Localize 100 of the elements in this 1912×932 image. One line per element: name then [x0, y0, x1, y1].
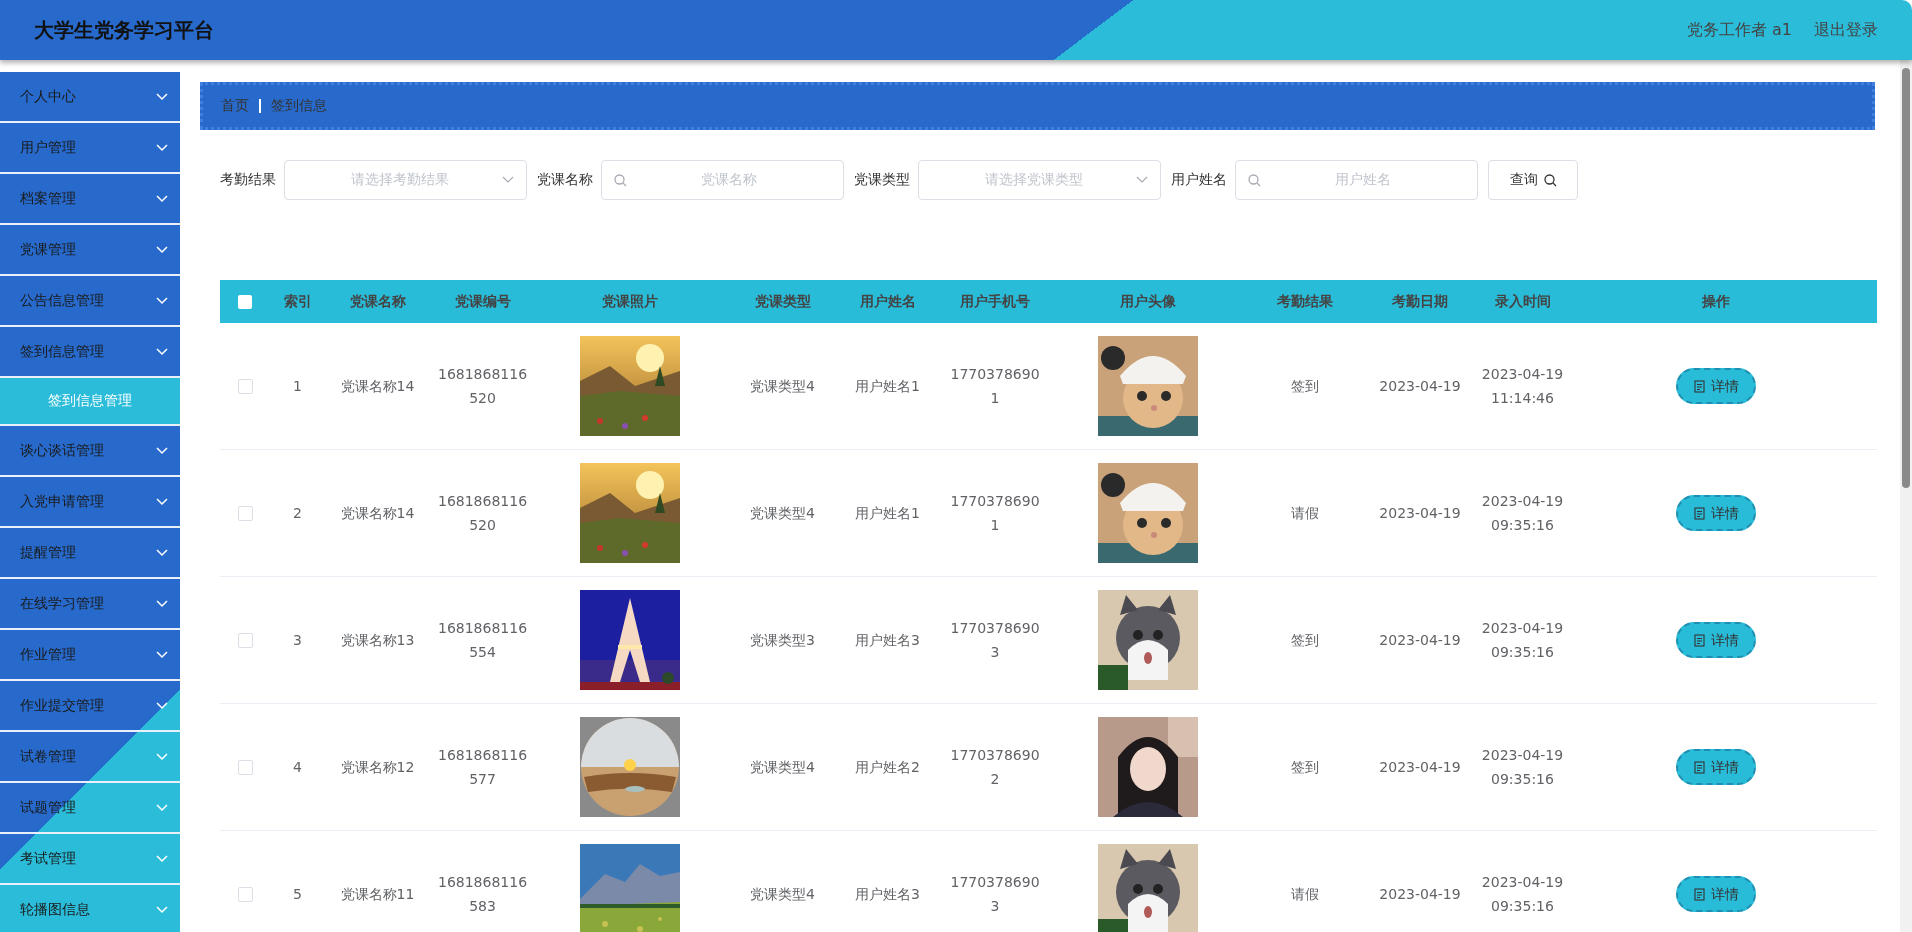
column-header: 党课照片	[601, 292, 659, 311]
table-cell-text: 党课类型4	[750, 377, 815, 396]
select-field[interactable]: 请选择考勤结果	[284, 160, 527, 200]
details-button[interactable]: 详情	[1676, 368, 1756, 404]
table-cell-text: 1681868116520	[437, 365, 528, 408]
search-icon	[1248, 173, 1261, 187]
breadcrumb-link[interactable]: 签到信息	[271, 97, 327, 115]
row-checkbox[interactable]	[237, 886, 253, 902]
table-cell-text: 签到	[1291, 758, 1319, 777]
column-header: 考勤日期	[1391, 292, 1449, 311]
sidebar-item[interactable]: 谈心谈话管理	[0, 426, 180, 477]
table-cell-text: 1	[293, 377, 302, 396]
sidebar-item[interactable]: 入党申请管理	[0, 477, 180, 528]
row-checkbox[interactable]	[237, 759, 253, 775]
sidebar-item[interactable]: 试题管理	[0, 783, 180, 834]
table-cell-text: 党课名称14	[340, 377, 415, 396]
search-icon	[614, 173, 627, 187]
table-cell-text: 签到	[1291, 631, 1319, 650]
sidebar-item[interactable]: 档案管理	[0, 174, 180, 225]
sidebar-item[interactable]: 公告信息管理	[0, 276, 180, 327]
column-header: 考勤结果	[1276, 292, 1334, 311]
table-cell-text: 党课名称12	[340, 758, 415, 777]
sidebar-item[interactable]: 考试管理	[0, 834, 180, 885]
select-all-checkbox[interactable]	[238, 294, 252, 309]
details-button[interactable]: 详情	[1676, 495, 1756, 531]
chevron-down-icon	[156, 446, 168, 455]
table-cell-text: 用户姓名3	[855, 885, 920, 904]
sidebar-item[interactable]: 个人中心	[0, 72, 180, 123]
filter-label: 党课名称	[537, 171, 593, 189]
table-cell-text: 党课名称13	[340, 631, 415, 650]
select-field[interactable]: 请选择党课类型	[918, 160, 1161, 200]
table-cell-text: 党课名称14	[340, 504, 415, 523]
table-cell-text: 17703786903	[950, 873, 1040, 916]
table-cell-text: 2023-04-19	[1379, 377, 1461, 396]
details-button[interactable]: 详情	[1676, 876, 1756, 912]
filter-label: 党课类型	[854, 171, 910, 189]
chevron-down-icon	[502, 176, 514, 184]
table-cell-text: 用户姓名1	[855, 377, 920, 396]
table-cell-text: 5	[293, 885, 302, 904]
chevron-down-icon	[156, 347, 168, 356]
table-cell-text: 1681868116554	[437, 619, 528, 662]
app-title: 大学生党务学习平台	[34, 16, 214, 44]
column-header: 用户手机号	[959, 292, 1031, 311]
logout-link[interactable]: 退出登录	[1814, 19, 1878, 41]
sidebar-subitem[interactable]: 签到信息管理	[0, 378, 180, 426]
chevron-down-icon	[156, 194, 168, 203]
scrollbar-thumb[interactable]	[1902, 68, 1910, 488]
details-button[interactable]: 详情	[1676, 622, 1756, 658]
document-icon	[1693, 379, 1705, 393]
search-field[interactable]: 用户姓名	[1235, 160, 1478, 200]
sidebar-item[interactable]: 试卷管理	[0, 732, 180, 783]
document-icon	[1693, 633, 1705, 647]
sidebar-item[interactable]: 提醒管理	[0, 528, 180, 579]
table-cell-text: 17703786903	[950, 619, 1040, 662]
chevron-down-icon	[156, 854, 168, 863]
table-cell-text: 用户姓名2	[855, 758, 920, 777]
table-cell-text: 2023-04-19 09:35:16	[1480, 492, 1565, 535]
table-cell-text: 党课类型4	[750, 885, 815, 904]
sidebar-item[interactable]: 党课管理	[0, 225, 180, 276]
user-label: 党务工作者 a1	[1686, 19, 1792, 41]
chevron-down-icon	[156, 497, 168, 506]
row-checkbox[interactable]	[237, 378, 253, 394]
chevron-down-icon	[156, 803, 168, 812]
sidebar-item[interactable]: 作业管理	[0, 630, 180, 681]
chevron-down-icon	[156, 650, 168, 659]
sidebar-item[interactable]: 用户管理	[0, 123, 180, 174]
row-checkbox[interactable]	[237, 632, 253, 648]
table-cell-text: 党课名称11	[340, 885, 415, 904]
table-cell-text: 1681868116577	[437, 746, 528, 789]
column-header: 用户姓名	[858, 292, 917, 311]
breadcrumb-link[interactable]: 首页	[221, 97, 249, 115]
row-checkbox[interactable]	[237, 505, 253, 521]
table-cell-text: 2	[293, 504, 302, 523]
table-cell-text: 17703786902	[950, 746, 1040, 789]
scrollbar-track[interactable]	[1900, 60, 1912, 932]
chevron-down-icon	[1136, 176, 1148, 184]
table-cell-text: 3	[293, 631, 302, 650]
table-cell-text: 1681868116520	[437, 492, 528, 535]
sidebar-item[interactable]: 轮播图信息	[0, 885, 180, 932]
document-icon	[1693, 887, 1705, 901]
details-button[interactable]: 详情	[1676, 749, 1756, 785]
search-icon	[1543, 173, 1557, 187]
query-button[interactable]: 查询	[1488, 160, 1578, 200]
table-cell-text: 17703786901	[950, 365, 1040, 408]
chevron-down-icon	[156, 296, 168, 305]
table-cell-text: 2023-04-19 11:14:46	[1480, 365, 1565, 408]
chevron-down-icon	[156, 701, 168, 710]
table-cell-text: 用户姓名1	[855, 504, 920, 523]
column-header: 录入时间	[1493, 292, 1552, 311]
sidebar-item[interactable]: 作业提交管理	[0, 681, 180, 732]
table-cell-text: 2023-04-19	[1379, 885, 1461, 904]
chevron-down-icon	[156, 92, 168, 101]
search-field[interactable]: 党课名称	[601, 160, 844, 200]
sidebar-item[interactable]: 在线学习管理	[0, 579, 180, 630]
table-cell-text: 2023-04-19	[1379, 631, 1461, 650]
table-cell-text: 2023-04-19 09:35:16	[1480, 619, 1565, 662]
table-cell-text: 党课类型4	[750, 504, 815, 523]
chevron-down-icon	[156, 245, 168, 254]
chevron-down-icon	[156, 548, 168, 557]
chevron-down-icon	[156, 143, 168, 152]
